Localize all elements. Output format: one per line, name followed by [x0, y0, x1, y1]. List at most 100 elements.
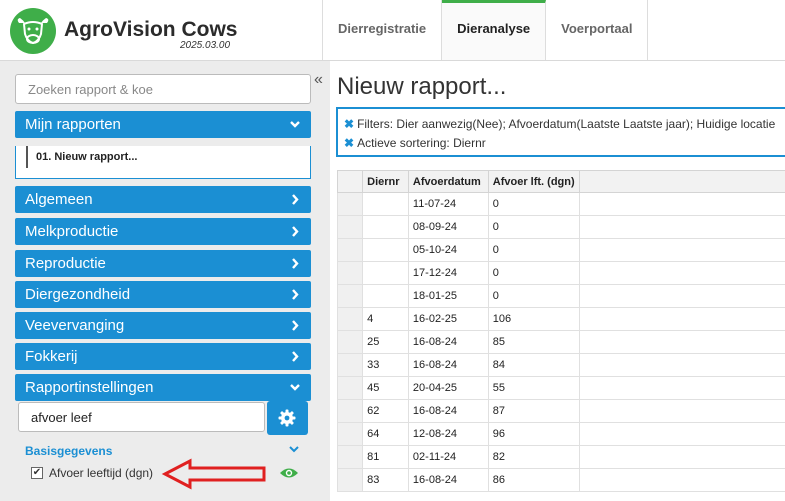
sidebar: « Mijn rapporten 01. Nieuw rapport... Al… [0, 61, 330, 501]
table-row[interactable]: 62 16-08-24 87 [336, 399, 785, 423]
remove-filter-icon[interactable]: ✖ [344, 117, 354, 131]
category-algemeen[interactable]: Algemeen [15, 186, 311, 213]
cell-diernr: 81 [362, 445, 409, 469]
row-index-cell [336, 399, 364, 423]
cell-diernr [362, 215, 409, 239]
tab-dierregistratie[interactable]: Dierregistratie [323, 0, 443, 60]
report-settings-panel[interactable]: Rapportinstellingen [15, 374, 311, 401]
cell-diernr: 33 [362, 353, 409, 377]
eye-icon[interactable] [279, 466, 299, 480]
column-header-afvoer-lft[interactable]: Afvoer lft. (dgn) [487, 170, 580, 193]
chevron-down-icon [290, 121, 300, 128]
empty-cell [578, 261, 785, 285]
row-index-cell [336, 376, 364, 400]
column-header-afvoerdatum[interactable]: Afvoerdatum [407, 170, 489, 193]
cow-logo-icon[interactable] [10, 8, 56, 54]
report-settings-label: Rapportinstellingen [25, 379, 154, 396]
cell-afvoer-lft: 0 [487, 238, 580, 262]
cell-diernr: 64 [362, 422, 409, 446]
cell-afvoer-lft: 55 [487, 376, 580, 400]
sorting-line[interactable]: ✖ Actieve sortering: Diernr [344, 136, 486, 150]
chevron-right-icon [292, 258, 299, 269]
empty-cell [578, 376, 785, 400]
category-diergezondheid[interactable]: Diergezondheid [15, 281, 311, 308]
cell-afvoer-lft: 84 [487, 353, 580, 377]
chevron-right-icon [292, 320, 299, 331]
empty-cell [578, 284, 785, 308]
chevron-right-icon [292, 351, 299, 362]
search-report-cow-input[interactable] [15, 74, 311, 104]
section-basisgegevens[interactable]: Basisgegevens [25, 444, 112, 458]
report-item-nieuw-rapport[interactable]: 01. Nieuw rapport... [26, 146, 300, 168]
chevron-down-icon[interactable] [288, 442, 300, 458]
filters-line[interactable]: ✖ Filters: Dier aanwezig(Nee); Afvoerdatu… [344, 117, 775, 131]
checkbox-checked-icon[interactable]: ✔ [31, 467, 43, 479]
table-row[interactable]: 81 02-11-24 82 [336, 445, 785, 469]
category-label: Fokkerij [25, 348, 78, 365]
table-row[interactable]: 05-10-24 0 [336, 238, 785, 262]
column-header-diernr[interactable]: Diernr [362, 170, 409, 193]
cell-afvoerdatum: 16-08-24 [407, 468, 489, 492]
cell-afvoer-lft: 86 [487, 468, 580, 492]
chevron-right-icon [292, 289, 299, 300]
row-index-header [336, 170, 364, 193]
empty-cell [578, 353, 785, 377]
my-reports-header[interactable]: Mijn rapporten [15, 111, 311, 138]
field-label: Afvoer leeftijd (dgn) [49, 466, 154, 480]
row-index-cell [336, 192, 364, 216]
cell-afvoerdatum: 20-04-25 [407, 376, 489, 400]
chevron-down-icon [290, 384, 300, 391]
category-reproductie[interactable]: Reproductie [15, 250, 311, 277]
my-reports-label: Mijn rapporten [25, 116, 121, 133]
cell-diernr: 25 [362, 330, 409, 354]
table-row[interactable]: 45 20-04-25 55 [336, 376, 785, 400]
category-veevervanging[interactable]: Veevervanging [15, 312, 311, 339]
row-index-cell [336, 215, 364, 239]
page-title: Nieuw rapport... [337, 73, 507, 100]
collapse-sidebar-icon[interactable]: « [314, 71, 323, 89]
cell-afvoerdatum: 12-08-24 [407, 422, 489, 446]
category-label: Algemeen [25, 191, 93, 208]
row-index-cell [336, 445, 364, 469]
empty-cell [578, 307, 785, 331]
table-row[interactable]: 18-01-25 0 [336, 284, 785, 308]
cell-diernr: 45 [362, 376, 409, 400]
empty-cell [578, 238, 785, 262]
category-label: Melkproductie [25, 223, 119, 240]
category-fokkerij[interactable]: Fokkerij [15, 343, 311, 370]
empty-cell [578, 192, 785, 216]
settings-gear-button[interactable] [267, 401, 308, 435]
cell-afvoerdatum: 16-08-24 [407, 399, 489, 423]
cell-afvoer-lft: 85 [487, 330, 580, 354]
cell-afvoer-lft: 0 [487, 192, 580, 216]
category-label: Veevervanging [25, 317, 125, 334]
red-arrow-annotation-icon [161, 458, 266, 490]
row-index-cell [336, 330, 364, 354]
settings-search-input[interactable] [18, 402, 265, 432]
remove-sorting-icon[interactable]: ✖ [344, 136, 354, 150]
filter-box: ✖ Filters: Dier aanwezig(Nee); Afvoerdatu… [336, 107, 785, 157]
tab-dieranalyse[interactable]: Dieranalyse [442, 0, 547, 60]
row-index-cell [336, 353, 364, 377]
table-row[interactable]: 64 12-08-24 96 [336, 422, 785, 446]
table-row[interactable]: 08-09-24 0 [336, 215, 785, 239]
category-melkproductie[interactable]: Melkproductie [15, 218, 311, 245]
gear-icon [278, 409, 296, 427]
my-reports-body: 01. Nieuw rapport... [15, 146, 311, 179]
cell-afvoerdatum: 16-08-24 [407, 353, 489, 377]
empty-cell [578, 468, 785, 492]
table-row[interactable]: 11-07-24 0 [336, 192, 785, 216]
table-row[interactable]: 83 16-08-24 86 [336, 468, 785, 492]
cell-afvoerdatum: 11-07-24 [407, 192, 489, 216]
cell-diernr: 4 [362, 307, 409, 331]
cell-diernr [362, 192, 409, 216]
row-index-cell [336, 261, 364, 285]
tab-voerportaal[interactable]: Voerportaal [546, 0, 649, 60]
table-row[interactable]: 4 16-02-25 106 [336, 307, 785, 331]
cell-diernr: 83 [362, 468, 409, 492]
chevron-right-icon [292, 194, 299, 205]
table-row[interactable]: 25 16-08-24 85 [336, 330, 785, 354]
table-row[interactable]: 17-12-24 0 [336, 261, 785, 285]
table-row[interactable]: 33 16-08-24 84 [336, 353, 785, 377]
cell-afvoer-lft: 0 [487, 284, 580, 308]
